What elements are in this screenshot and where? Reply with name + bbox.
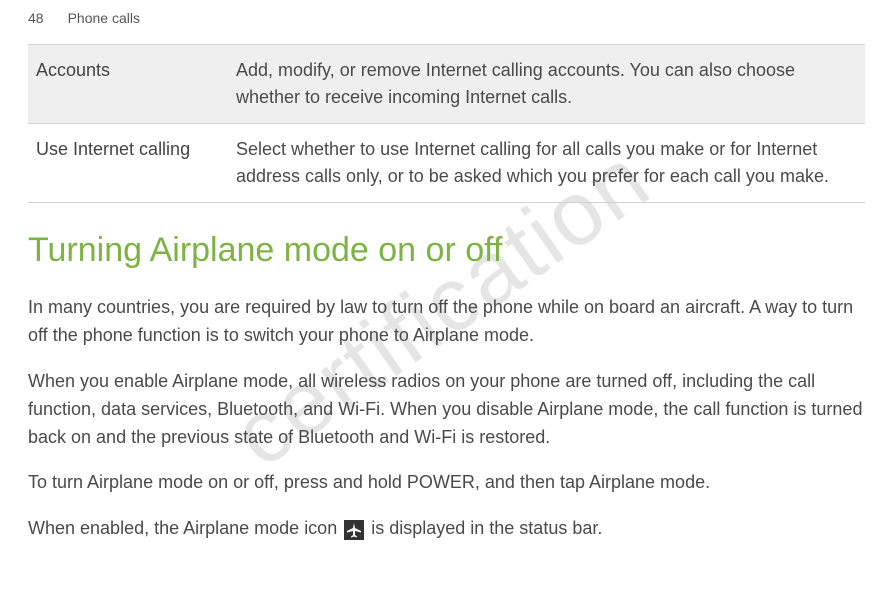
table-row: Accounts Add, modify, or remove Internet… (28, 45, 865, 124)
airplane-mode-label: Airplane mode (589, 472, 705, 492)
table-cell-description: Select whether to use Internet calling f… (228, 124, 865, 203)
section-name: Phone calls (68, 10, 140, 26)
paragraph-text: . (705, 472, 710, 492)
section-heading: Turning Airplane mode on or off (28, 231, 865, 270)
paragraph: To turn Airplane mode on or off, press a… (28, 469, 865, 497)
table-cell-label: Use Internet calling (28, 124, 228, 203)
paragraph: When you enable Airplane mode, all wirel… (28, 368, 865, 452)
settings-table: Accounts Add, modify, or remove Internet… (28, 44, 865, 203)
paragraph-text: When enabled, the Airplane mode icon (28, 518, 342, 538)
airplane-icon (344, 520, 364, 540)
page-header: 48 Phone calls (0, 0, 883, 44)
paragraph-text: To turn Airplane mode on or off, press a… (28, 472, 589, 492)
table-row: Use Internet calling Select whether to u… (28, 124, 865, 203)
paragraph: In many countries, you are required by l… (28, 294, 865, 350)
main-content: Accounts Add, modify, or remove Internet… (0, 44, 883, 543)
table-cell-description: Add, modify, or remove Internet calling … (228, 45, 865, 124)
page-number: 48 (28, 10, 44, 26)
table-cell-label: Accounts (28, 45, 228, 124)
paragraph: When enabled, the Airplane mode icon is … (28, 515, 865, 543)
paragraph-text: is displayed in the status bar. (366, 518, 602, 538)
